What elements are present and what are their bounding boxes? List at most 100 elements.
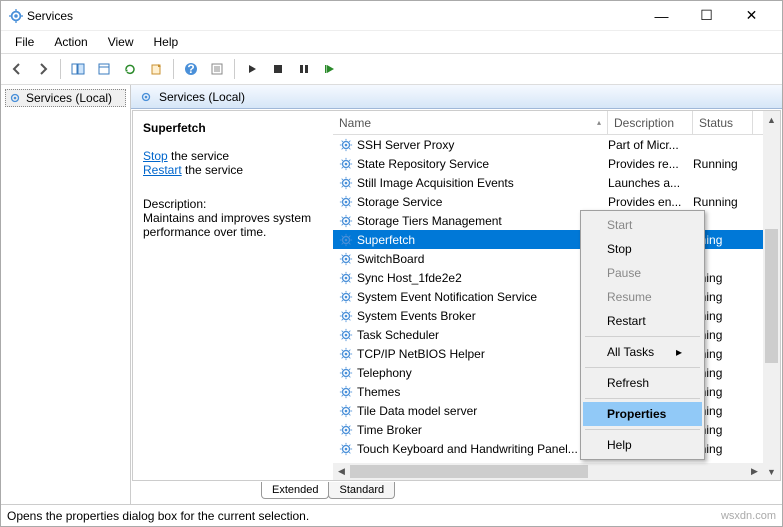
gear-icon — [339, 423, 353, 437]
service-status: Running — [693, 157, 753, 171]
ctx-properties[interactable]: Properties — [583, 402, 702, 426]
col-header-status[interactable]: Status — [693, 111, 753, 134]
service-description: Provides re... — [608, 157, 693, 171]
toolbar: ? — [1, 53, 782, 85]
tab-standard[interactable]: Standard — [328, 482, 395, 499]
tree-item-label: Services (Local) — [26, 91, 112, 105]
service-row[interactable]: Tile Data model servernning — [333, 401, 780, 420]
gear-icon — [339, 404, 353, 418]
statusbar-text: Opens the properties dialog box for the … — [7, 509, 309, 523]
refresh-button[interactable] — [118, 57, 142, 81]
service-row[interactable]: Storage Tiers ManagementOptimizes t... — [333, 211, 780, 230]
service-row[interactable]: Touch Keyboard and Handwriting Panel...n… — [333, 439, 780, 458]
ctx-restart[interactable]: Restart — [583, 309, 702, 333]
gear-icon — [339, 385, 353, 399]
scroll-track[interactable] — [763, 128, 780, 463]
menu-action[interactable]: Action — [46, 33, 95, 51]
service-row[interactable]: Still Image Acquisition EventsLaunches a… — [333, 173, 780, 192]
ctx-resume: Resume — [583, 285, 702, 309]
gear-icon — [339, 252, 353, 266]
service-name: SSH Server Proxy — [357, 138, 454, 152]
service-row[interactable]: SSH Server ProxyPart of Micr... — [333, 135, 780, 154]
restart-link[interactable]: Restart — [143, 163, 182, 177]
service-name: Telephony — [357, 366, 412, 380]
service-name: Storage Service — [357, 195, 442, 209]
scroll-right-button[interactable]: ▶ — [746, 463, 763, 480]
menu-help[interactable]: Help — [146, 33, 187, 51]
export-list-button[interactable] — [92, 57, 116, 81]
service-row[interactable]: Themesnning — [333, 382, 780, 401]
chevron-right-icon: ▸ — [676, 345, 682, 359]
scroll-track[interactable] — [350, 463, 746, 480]
sort-arrow-icon: ▴ — [597, 118, 601, 127]
service-name: Sync Host_1fde2e2 — [357, 271, 462, 285]
scroll-left-button[interactable]: ◀ — [333, 463, 350, 480]
description-label: Description: — [143, 197, 323, 211]
service-row[interactable]: Telephonynning — [333, 363, 780, 382]
properties-button[interactable] — [205, 57, 229, 81]
menu-view[interactable]: View — [100, 33, 142, 51]
stop-service-link-line: Stop the service — [143, 149, 323, 163]
maximize-button[interactable]: ☐ — [684, 2, 729, 30]
scroll-thumb[interactable] — [350, 465, 588, 478]
service-name: TCP/IP NetBIOS Helper — [357, 347, 485, 361]
service-row[interactable]: Storage ServiceProvides en...Running — [333, 192, 780, 211]
scroll-down-button[interactable]: ▼ — [763, 463, 780, 480]
gear-icon — [339, 195, 353, 209]
service-row[interactable]: State Repository ServiceProvides re...Ru… — [333, 154, 780, 173]
menu-file[interactable]: File — [7, 33, 42, 51]
tree-item-services-local[interactable]: Services (Local) — [5, 89, 126, 107]
service-list: Name▴ Description Status SSH Server Prox… — [333, 111, 780, 480]
export-button[interactable] — [144, 57, 168, 81]
ctx-help[interactable]: Help — [583, 433, 702, 457]
ctx-pause: Pause — [583, 261, 702, 285]
col-header-description[interactable]: Description — [608, 111, 693, 134]
ctx-separator — [585, 429, 700, 430]
minimize-button[interactable]: — — [639, 2, 684, 30]
service-description: Provides en... — [608, 195, 693, 209]
service-row[interactable]: Time Brokernning — [333, 420, 780, 439]
gear-icon — [339, 347, 353, 361]
window-title: Services — [27, 9, 639, 23]
ctx-all-tasks[interactable]: All Tasks▸ — [583, 340, 702, 364]
horizontal-scrollbar[interactable]: ◀ ▶ — [333, 463, 763, 480]
vertical-scrollbar[interactable]: ▲ ▼ — [763, 111, 780, 480]
body: Services (Local) Services (Local) Superf… — [1, 85, 782, 504]
service-row[interactable]: Superfetchnning — [333, 230, 780, 249]
gear-icon — [339, 328, 353, 342]
service-row[interactable]: System Event Notification Servicenning — [333, 287, 780, 306]
service-description: Launches a... — [608, 176, 693, 190]
forward-button[interactable] — [31, 57, 55, 81]
start-service-button[interactable] — [240, 57, 264, 81]
scroll-up-button[interactable]: ▲ — [763, 111, 780, 128]
stop-link[interactable]: Stop — [143, 149, 168, 163]
gear-icon — [339, 157, 353, 171]
gear-icon — [339, 271, 353, 285]
view-tabs: Extended Standard — [131, 482, 782, 504]
service-name: SwitchBoard — [357, 252, 424, 266]
help-button[interactable]: ? — [179, 57, 203, 81]
ctx-refresh[interactable]: Refresh — [583, 371, 702, 395]
ctx-separator — [585, 336, 700, 337]
scroll-thumb[interactable] — [765, 229, 778, 363]
service-row[interactable]: System Events Brokernning — [333, 306, 780, 325]
service-row[interactable]: Task Schedulernning — [333, 325, 780, 344]
service-name: Time Broker — [357, 423, 422, 437]
stop-service-button[interactable] — [266, 57, 290, 81]
back-button[interactable] — [5, 57, 29, 81]
ctx-separator — [585, 398, 700, 399]
col-header-name[interactable]: Name▴ — [333, 111, 608, 134]
right-header-label: Services (Local) — [159, 90, 245, 104]
close-button[interactable]: ✕ — [729, 2, 774, 30]
ctx-stop[interactable]: Stop — [583, 237, 702, 261]
tab-extended[interactable]: Extended — [261, 482, 329, 499]
show-hide-tree-button[interactable] — [66, 57, 90, 81]
restart-service-button[interactable] — [318, 57, 342, 81]
service-row[interactable]: Sync Host_1fde2e2nning — [333, 268, 780, 287]
context-menu: Start Stop Pause Resume Restart All Task… — [580, 210, 705, 460]
pause-service-button[interactable] — [292, 57, 316, 81]
service-row[interactable]: SwitchBoard — [333, 249, 780, 268]
gear-icon — [339, 442, 353, 456]
selected-service-name: Superfetch — [143, 121, 323, 135]
service-row[interactable]: TCP/IP NetBIOS Helpernning — [333, 344, 780, 363]
